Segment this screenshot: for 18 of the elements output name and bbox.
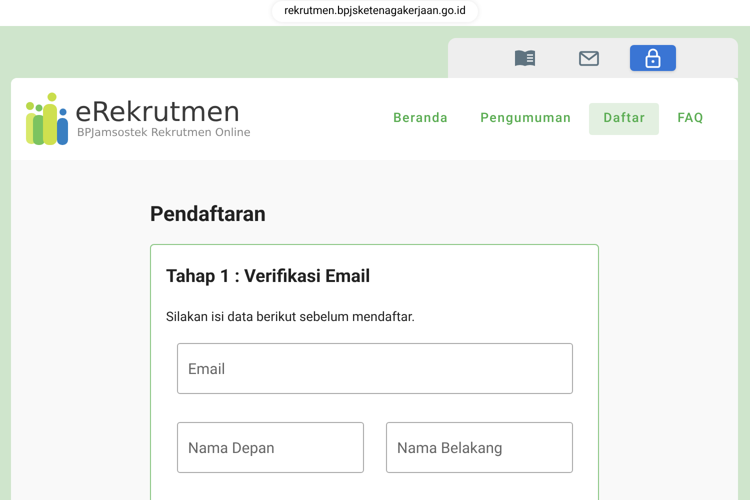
logo-icon	[25, 92, 71, 146]
nav-link[interactable]: Daftar	[589, 103, 660, 135]
logo-subtitle: BPJamsostek Rekrutmen Online	[76, 127, 251, 139]
book-icon	[514, 49, 536, 67]
page-title: Pendaftaran	[150, 202, 267, 229]
instructions: Silakan isi data berikut sebelum mendaftar.	[166, 308, 416, 326]
lock-button[interactable]	[630, 45, 676, 71]
email-field[interactable]: Email	[177, 343, 573, 394]
nav-link[interactable]: FAQ	[663, 103, 718, 135]
step-title: Tahap 1 : Verifikasi Email	[166, 264, 372, 288]
name-field[interactable]: Nama Belakang	[386, 422, 573, 473]
nav-link[interactable]: Beranda	[379, 103, 462, 135]
mail-icon	[579, 50, 599, 66]
logo-title: eRekrutmen	[75, 99, 240, 127]
url-bar[interactable]: rekrutmen.bpjsketenagakerjaan.go.id	[272, 1, 478, 22]
lock-icon	[645, 48, 661, 68]
nav-link[interactable]: Pengumuman	[466, 103, 586, 135]
name-field[interactable]: Nama Depan	[177, 422, 364, 473]
